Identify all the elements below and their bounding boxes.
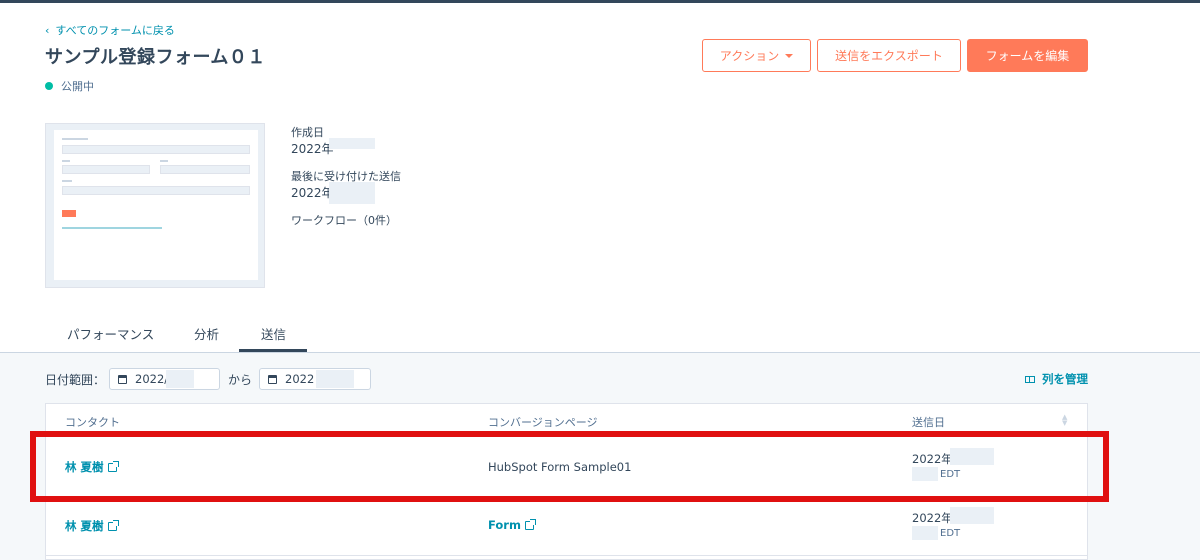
preview-field [62,186,250,195]
date-to-label: から [228,373,253,387]
sort-icon[interactable]: ▲ ▼ [1062,414,1067,427]
actions-dropdown-button[interactable]: アクション [702,39,811,72]
status-dot-icon [45,82,53,90]
row-divider [45,555,1088,556]
form-preview-thumbnail[interactable] [45,123,265,288]
timezone-label: EDT [940,528,961,539]
calendar-icon [268,374,277,384]
back-to-forms-link[interactable]: ‹ すべてのフォームに戻る [45,22,175,38]
redacted-block [329,182,375,204]
conversion-page-link[interactable]: Form [488,518,536,532]
date-to-input[interactable]: 2022 [259,368,371,390]
actions-label: アクション [719,49,780,63]
conversion-page-label: Form [488,518,521,532]
preview-label-line [160,160,168,162]
preview-label-line [62,180,72,182]
caret-down-icon [785,53,794,58]
created-label: 作成日 [291,126,324,139]
preview-label-line [62,160,70,162]
external-link-icon [107,519,119,531]
column-header-contact[interactable]: コンタクト [65,414,120,430]
calendar-icon [118,374,127,384]
date-to-value: 2022 [285,372,315,386]
contact-name: 林 夏樹 [65,519,104,533]
back-link-label: すべてのフォームに戻る [55,24,175,37]
contact-link[interactable]: 林 夏樹 [65,518,119,534]
tab-analytics[interactable]: 分析 [194,324,219,343]
preview-label-line [62,138,88,140]
highlight-annotation-box [30,431,1109,502]
created-value: 2022年 [291,142,334,156]
status-indicator: 公開中 [45,78,94,94]
column-header-conversion-page[interactable]: コンバージョンページ [488,414,598,430]
workflow-count-label: ワークフロー（0件） [291,214,397,227]
preview-field [62,145,250,154]
redacted-block [950,507,994,524]
column-header-submitted-date[interactable]: 送信日 [912,414,945,430]
preview-field [160,165,250,174]
form-preview-canvas [54,130,258,280]
top-bar [0,0,1200,3]
chevron-left-icon: ‹ [45,23,50,37]
redacted-block [316,370,354,388]
export-submissions-button[interactable]: 送信をエクスポート [817,39,961,72]
tab-performance[interactable]: パフォーマンス [67,324,154,343]
redacted-block [166,370,194,388]
preview-field [62,165,150,174]
date-from-value: 2022/ [135,372,169,386]
page-title: サンプル登録フォーム０１ [45,47,266,68]
edit-form-button[interactable]: フォームを編集 [967,39,1088,72]
manage-columns-button[interactable]: 列を管理 [1025,371,1088,387]
last-received-value: 2022年 [291,186,334,200]
preview-submit-button [62,210,76,217]
external-link-icon [524,518,536,530]
date-range-label: 日付範囲： [45,373,106,387]
date-from-input[interactable]: 2022/ [109,368,220,390]
redacted-block [329,138,375,149]
preview-note-line [62,227,162,229]
redacted-block [912,526,938,540]
columns-icon [1025,375,1035,383]
status-label: 公開中 [61,80,94,93]
manage-columns-label: 列を管理 [1042,372,1088,386]
tab-submissions[interactable]: 送信 [261,324,286,343]
submitted-date: 2022年 [912,511,953,525]
